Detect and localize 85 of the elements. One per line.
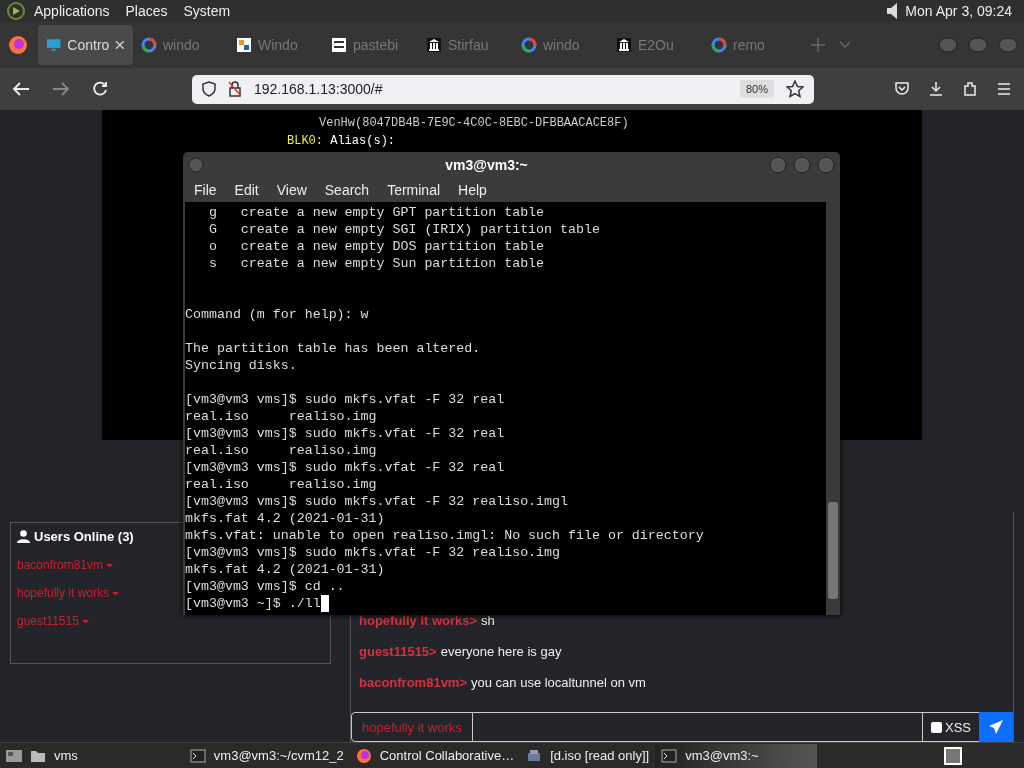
- forward-icon: [52, 81, 70, 97]
- download-icon[interactable]: [928, 81, 944, 97]
- terminal-line: real.iso realiso.img: [185, 408, 378, 425]
- taskbar-item[interactable]: vms: [24, 743, 84, 768]
- terminal-line: Syncing disks.: [185, 357, 298, 374]
- taskbar-item[interactable]: [d.iso [read only]]: [520, 743, 656, 768]
- back-icon[interactable]: [12, 81, 30, 97]
- clock[interactable]: Mon Apr 3, 09:24: [901, 3, 1018, 19]
- terminal-line: Command (m for help): w: [185, 306, 370, 323]
- xss-label: XSS: [945, 719, 971, 735]
- terminal-line: [vm3@vm3 vms]$ sudo mkfs.vfat -F 32 realiso.img: [185, 544, 562, 561]
- browser-tab[interactable]: Contro: [38, 25, 133, 65]
- panel-title: Users Online (3): [34, 529, 134, 544]
- pocket-icon[interactable]: [894, 81, 910, 97]
- star-icon[interactable]: [786, 80, 804, 98]
- terminal-line: g create a new empty GPT partition table: [207, 204, 546, 221]
- send-button[interactable]: [979, 712, 1013, 742]
- terminal-line: s create a new empty Sun partition table: [207, 255, 546, 272]
- panel-menu[interactable]: Applications: [26, 3, 118, 19]
- zoom-level[interactable]: 80%: [739, 80, 774, 98]
- user-icon: [17, 530, 30, 543]
- terminal-line: mkfs.fat 4.2 (2021-01-31): [185, 561, 386, 578]
- close-icon[interactable]: [115, 40, 125, 50]
- terminal-icon: [661, 747, 678, 764]
- url-text: 192.168.1.13:3000/#: [254, 81, 384, 97]
- terminal-line: [vm3@vm3 vms]$ sudo mkfs.vfat -F 32 real: [185, 425, 506, 442]
- ring-logo-icon: [521, 37, 537, 53]
- address-bar[interactable]: 192.168.1.13:3000/# 80%: [192, 74, 814, 104]
- menu-item[interactable]: Terminal: [378, 181, 450, 198]
- insecure-lock-icon: [228, 81, 242, 97]
- taskbar-item[interactable]: Control Collaborative…: [349, 743, 521, 768]
- menu-item[interactable]: Search: [315, 181, 379, 198]
- disk-icon: [526, 747, 543, 764]
- terminal-line: [vm3@vm3 vms]$ sudo mkfs.vfat -F 32 real: [185, 391, 506, 408]
- send-icon: [988, 719, 1004, 735]
- message-field[interactable]: [472, 712, 923, 742]
- xss-checkbox[interactable]: [931, 721, 942, 733]
- caret-icon[interactable]: [106, 562, 114, 568]
- terminal-line: [vm3@vm3 ~]$ ./ll: [185, 596, 321, 611]
- terminal-line: G create a new empty SGI (IRIX) partition table: [207, 221, 601, 238]
- document-icon: [331, 37, 347, 53]
- screen-text: BLK0: Alias(s):: [287, 134, 397, 148]
- terminal-line: [vm3@vm3 vms]$ cd ..: [185, 578, 346, 595]
- username-label: hopefully it works: [351, 712, 473, 742]
- menu-icon[interactable]: [996, 81, 1012, 97]
- terminal-line: The partition table has been altered.: [185, 340, 482, 357]
- extensions-icon[interactable]: [962, 81, 978, 97]
- terminal-line: [vm3@vm3 vms]$ sudo mkfs.vfat -F 32 real: [185, 459, 506, 476]
- taskbar-item[interactable]: vm3@vm3:~: [655, 743, 818, 768]
- taskbar-item[interactable]: vm3@vm3:~/cvm12_2: [183, 743, 350, 768]
- caret-icon[interactable]: [81, 618, 89, 624]
- chat-message: baconfrom81vm> you can use localtunnel on vm: [359, 675, 647, 690]
- window-title: vm3@vm3:~: [444, 156, 529, 173]
- columns-icon: [426, 37, 442, 53]
- panel-menu[interactable]: Places: [117, 3, 176, 19]
- terminal-icon: [189, 747, 206, 764]
- menu-item[interactable]: View: [267, 181, 316, 198]
- chat-message: hopefully it works> sh: [359, 613, 496, 628]
- terminal-line: mkfs.vfat: unable to open realiso.imgl: No such file or directory: [185, 527, 705, 544]
- browser-logo-icon: [355, 747, 372, 764]
- terminal-line: real.iso realiso.img: [185, 476, 378, 493]
- columns-icon: [616, 37, 632, 53]
- terminal-line: mkfs.fat 4.2 (2021-01-31): [185, 510, 386, 527]
- menu-item[interactable]: File: [185, 181, 226, 198]
- scrollbar-thumb[interactable]: [828, 502, 838, 599]
- terminal-line: [vm3@vm3 vms]$ sudo mkfs.vfat -F 32 realiso.imgl: [185, 493, 569, 510]
- workspace-icon[interactable]: [942, 744, 964, 767]
- shield-icon: [202, 81, 216, 97]
- reload-icon[interactable]: [92, 81, 108, 97]
- panel-menu[interactable]: System: [175, 3, 239, 19]
- terminal-line: real.iso realiso.img: [185, 442, 378, 459]
- ring-logo-icon: [141, 37, 157, 53]
- screen-text: VenHw(8047DB4B-7E9C-4C0C-8EBC-DFBBAACACE8F): [318, 116, 630, 130]
- ring-logo-icon: [711, 37, 727, 53]
- scrollbar[interactable]: [826, 202, 840, 615]
- browser-logo-icon[interactable]: [8, 35, 28, 55]
- start-icon[interactable]: [6, 1, 26, 21]
- menu-item[interactable]: Help: [449, 181, 496, 198]
- terminal-line: o create a new empty DOS partition table: [207, 238, 546, 255]
- chat-message: guest11515> everyone here is gay: [359, 644, 563, 659]
- caret-icon[interactable]: [112, 590, 120, 596]
- text-cursor: [320, 595, 329, 612]
- menu-item[interactable]: Edit: [225, 181, 268, 198]
- monitor-icon: [46, 37, 62, 53]
- tile-logo-icon: [236, 37, 252, 53]
